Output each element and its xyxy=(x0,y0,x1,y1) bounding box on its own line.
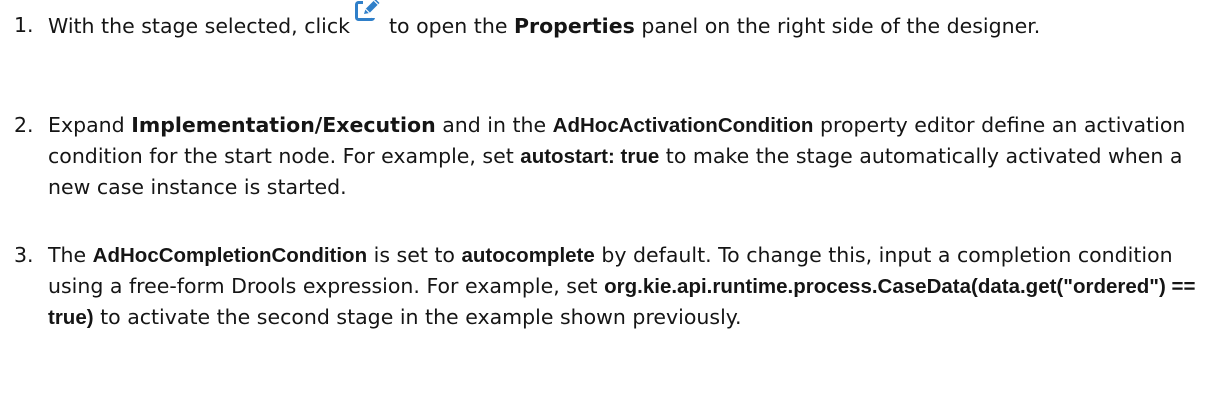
autostart-value: autostart: true xyxy=(520,145,660,168)
step-text-after-icon: to open the xyxy=(389,14,508,38)
step-text-before-icon: With the stage selected, click xyxy=(48,14,351,38)
edit-icon xyxy=(355,0,382,22)
the-word: The xyxy=(48,243,87,267)
expand-word: Expand xyxy=(48,113,125,137)
completion-condition-label: AdHocCompletionCondition xyxy=(92,244,368,267)
step-text-mid: is set to xyxy=(373,243,455,267)
properties-label: Properties xyxy=(513,14,635,38)
step-text-end: to activate the second stage in the exam… xyxy=(100,305,742,329)
step-number: 3. xyxy=(14,243,34,267)
step-text: Expand Implementation/Execution and in t… xyxy=(48,110,1218,202)
activation-condition-label: AdHocActivationCondition xyxy=(552,114,814,137)
implementation-execution-label: Implementation/Execution xyxy=(131,113,436,137)
step-number: 1. xyxy=(14,13,34,37)
step-number: 2. xyxy=(14,113,34,137)
step-text: With the stage selected, click to open t… xyxy=(48,0,1218,41)
step-text-mid: and in the xyxy=(442,113,547,137)
autocomplete-value: autocomplete xyxy=(461,244,595,267)
step-text-end: panel on the right side of the designer. xyxy=(641,14,1041,38)
step-text: The AdHocCompletionCondition is set to a… xyxy=(48,240,1218,333)
